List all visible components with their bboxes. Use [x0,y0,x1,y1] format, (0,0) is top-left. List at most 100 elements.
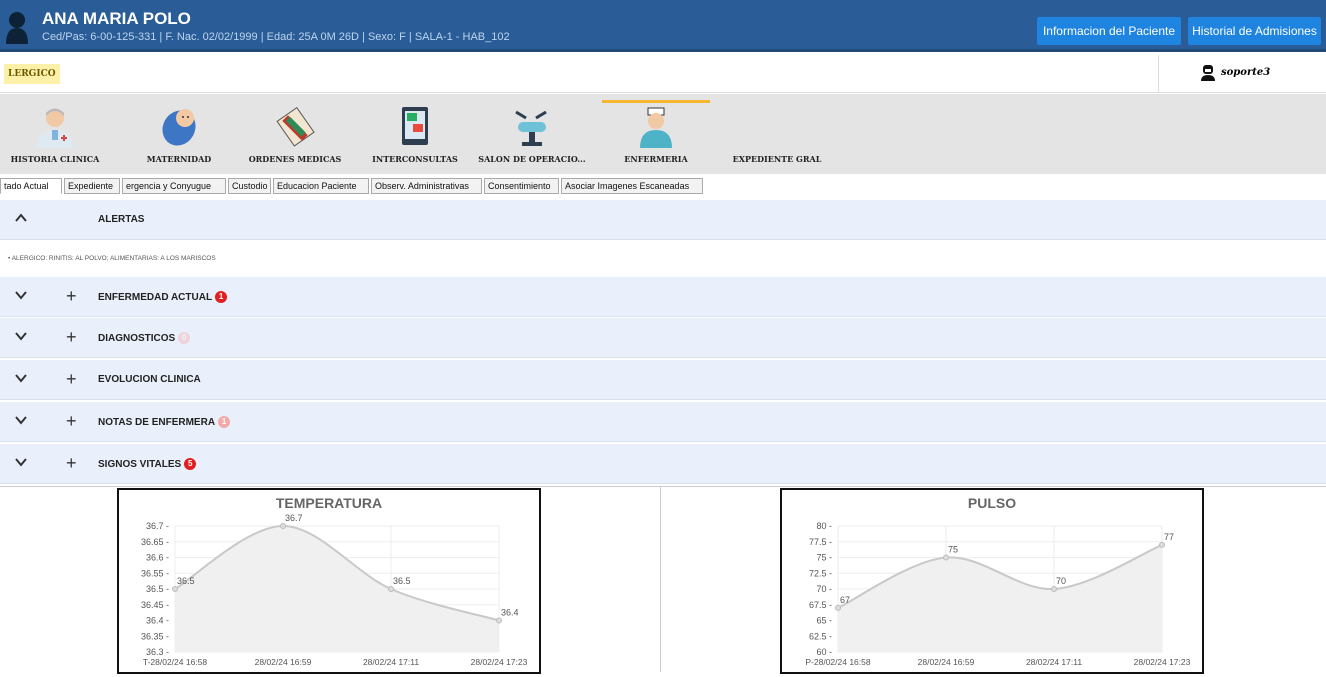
admissions-history-button[interactable]: Historial de Admisiones [1188,17,1321,45]
patient-name: ANA MARIA POLO [42,9,191,28]
tab-expediente[interactable]: Expediente [64,178,120,194]
data-label: 77 [1164,532,1174,542]
alerts-panel-header[interactable]: ALERTAS [0,200,1326,240]
evolucion-clinica-panel[interactable]: + EVOLUCION CLINICA [0,360,1326,400]
module-ordenes-medicas[interactable]: ORDENES MEDICAS [240,94,350,174]
module-label: MATERNIDAD [146,154,212,164]
temperature-chart-box: TEMPERATURA 36.7 - 36.65 - 36.6 - 36.55 - 36.… [117,488,541,674]
data-label: 75 [948,545,958,555]
module-expediente-gral[interactable]: EXPEDIENTE GRAL [722,94,832,174]
x-tick-label: 28/02/24 17:23 [471,657,528,667]
y-tick-label: 80 - [816,521,832,531]
y-tick-label: 67.5 - [809,600,832,610]
y-tick-label: 36.4 - [146,616,169,626]
add-icon[interactable]: + [66,370,77,388]
y-tick-label: 36.45 - [141,600,169,610]
data-point [388,586,394,592]
data-label: 36.4 [501,608,519,618]
data-point [943,554,949,561]
patient-avatar-icon [6,12,28,44]
pulse-chart: PULSO 80 - 77.5 - 75 - 72.5 - 70 - 67.5 - 65 - 6… [805,495,1191,667]
x-tick-label: 28/02/24 17:11 [363,657,419,667]
add-icon[interactable]: + [66,328,77,346]
chevron-down-icon[interactable] [14,288,28,302]
tab-estado-actual[interactable]: tado Actual [0,178,62,194]
y-tick-label: 75 - [816,553,832,563]
count-badge: 1 [215,291,228,303]
vital-signs-charts: TEMPERATURA 36.7 - 36.65 - 36.6 - 36.55 - 36.… [0,486,1326,674]
module-label: ENFERMERIA [624,154,688,164]
data-point [496,617,502,624]
y-tick-label: 36.65 - [141,537,169,547]
tab-asociar-imagenes[interactable]: Asociar Imagenes Escaneadas [561,178,703,194]
chevron-down-icon[interactable] [14,371,28,385]
data-label: 36.7 [285,513,303,523]
y-tick-label: 36.55 - [141,568,169,578]
user-icon [1201,65,1215,81]
y-tick-label: 70 - [816,584,832,594]
pulse-chart-box: PULSO 80 - 77.5 - 75 - 72.5 - 70 - 67.5 - 65 - 6… [780,488,1204,674]
tab-emergencia-conyugue[interactable]: ergencia y Conyugue [122,178,226,194]
user-box[interactable]: soporte3 [1158,55,1326,93]
patient-info-button[interactable]: Informacion del Paciente [1037,17,1181,45]
y-tick-label: 72.5 - [809,568,832,578]
module-label: SALON DE OPERACIO... [478,154,586,164]
add-icon[interactable]: + [66,412,77,430]
data-point [1159,541,1165,548]
panel-title-text: ENFERMEDAD ACTUAL [98,292,213,303]
medical-orders-icon [276,106,315,147]
status-bar: LERGICO soporte3 [0,55,1326,93]
x-tick-label: 28/02/24 16:59 [918,657,975,667]
doctor-icon [37,108,73,148]
chevron-down-icon[interactable] [14,329,28,343]
panel-title: ALERTAS [98,214,145,225]
chevron-up-icon[interactable] [14,211,28,225]
diagnosticos-panel[interactable]: + DIAGNOSTICOS 0 [0,318,1326,358]
panel-title-text: SIGNOS VITALES [98,459,182,470]
tab-observ-administrativas[interactable]: Observ. Administrativas [371,178,482,194]
signos-vitales-panel[interactable]: + SIGNOS VITALES 5 [0,444,1326,484]
x-tick-label: 28/02/24 17:23 [1134,657,1191,667]
nurse-icon [640,107,672,148]
data-label: 36.5 [393,576,411,586]
module-salon-operaciones[interactable]: SALON DE OPERACIO... [474,94,590,174]
chevron-down-icon[interactable] [14,455,28,469]
y-tick-label: 65 - [816,616,832,626]
y-tick-label: 77.5 - [809,537,832,547]
chart-divider [660,487,661,672]
alert-content: • ALERGICO: RINITIS: AL POLVO; ALIMENTAR… [0,241,1326,277]
module-historia-clinica[interactable]: HISTORIA CLINICA [0,94,110,174]
x-tick-label: 28/02/24 17:11 [1026,657,1082,667]
module-label: HISTORIA CLINICA [10,154,100,164]
username: soporte3 [1221,67,1271,78]
count-badge: 5 [184,458,197,470]
module-enfermeria[interactable]: ENFERMERIA [602,94,710,174]
module-maternidad[interactable]: MATERNIDAD [124,94,234,174]
data-point [835,604,841,611]
panel-title: ENFERMEDAD ACTUAL 1 [98,291,228,303]
y-tick-label: 62.5 - [809,631,832,641]
x-tick-label: T-28/02/24 16:58 [143,657,208,667]
enfermedad-actual-panel[interactable]: + ENFERMEDAD ACTUAL 1 [0,277,1326,317]
tab-educacion-paciente[interactable]: Educacion Paciente [273,178,369,194]
chevron-down-icon[interactable] [14,413,28,427]
y-tick-label: 36.6 - [146,553,169,563]
tab-custodio[interactable]: Custodio [228,178,271,194]
x-tick-label: 28/02/24 16:59 [255,657,312,667]
y-tick-label: 36.35 - [141,631,169,641]
tab-consentimiento[interactable]: Consentimiento [484,178,559,194]
count-badge: 0 [178,332,191,344]
module-interconsultas[interactable]: INTERCONSULTAS [362,94,468,174]
y-tick-label: 60 - [816,647,832,657]
panel-title-text: DIAGNOSTICOS [98,333,176,344]
add-icon[interactable]: + [66,287,77,305]
add-icon[interactable]: + [66,454,77,472]
data-point [172,586,178,592]
notas-enfermera-panel[interactable]: + NOTAS DE ENFERMERA 1 [0,402,1326,442]
panel-title-text: NOTAS DE ENFERMERA [98,417,216,428]
allergy-alert-text: • ALERGICO: RINITIS: AL POLVO; ALIMENTAR… [8,255,216,262]
patient-info: Ced/Pas: 6-00-125-331 | F. Nac. 02/02/19… [42,31,510,43]
data-label: 67 [840,595,850,605]
temperature-chart: TEMPERATURA 36.7 - 36.65 - 36.6 - 36.55 - 36.… [141,495,528,667]
panel-title: DIAGNOSTICOS 0 [98,332,191,344]
